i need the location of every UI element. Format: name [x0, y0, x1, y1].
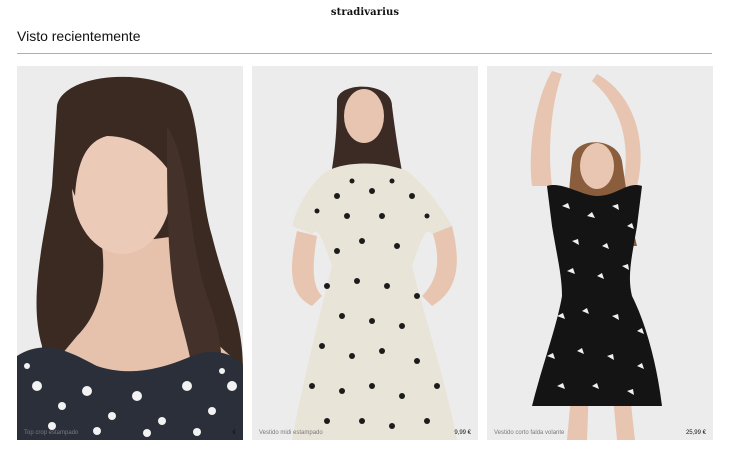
- product-image-1[interactable]: [17, 66, 243, 440]
- product-card-3[interactable]: Vestido corto falda volante 25,99 €: [487, 66, 713, 440]
- product-name[interactable]: Vestido corto falda volante: [494, 430, 564, 436]
- product-info: Vestido midi estampado 9,99 €: [252, 426, 478, 440]
- product-name[interactable]: Top crop estampado: [24, 430, 78, 436]
- product-info: Vestido corto falda volante 25,99 €: [487, 426, 713, 440]
- section-divider: [17, 53, 712, 54]
- section-title: Visto recientemente: [17, 28, 141, 44]
- product-price: 9,99 €: [454, 430, 471, 436]
- product-info: Top crop estampado €: [17, 426, 243, 440]
- product-price: €: [232, 430, 236, 436]
- product-image-3[interactable]: [487, 66, 713, 440]
- product-card-1[interactable]: Top crop estampado €: [17, 66, 243, 440]
- product-card-2[interactable]: Vestido midi estampado 9,99 €: [252, 66, 478, 440]
- brand-logo[interactable]: stradivarius: [0, 7, 730, 18]
- product-image-2[interactable]: [252, 66, 478, 440]
- product-name[interactable]: Vestido midi estampado: [259, 430, 323, 436]
- product-price: 25,99 €: [685, 430, 706, 436]
